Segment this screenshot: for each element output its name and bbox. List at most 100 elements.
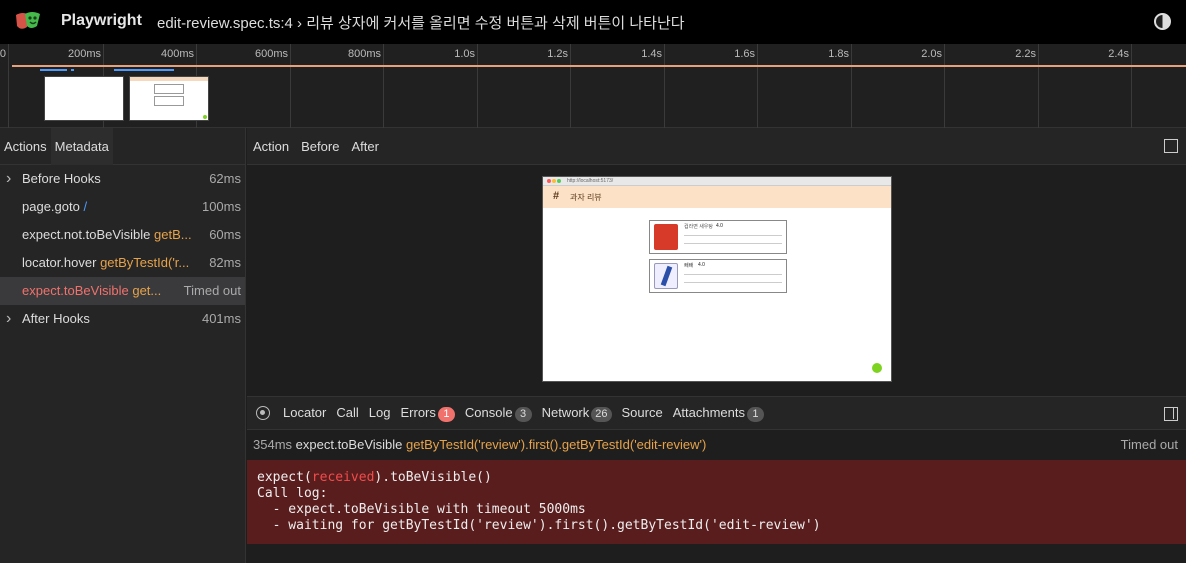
timeline-tick-label: 2.0s [921,48,942,60]
timeline[interactable]: 0 200ms 400ms 600ms 800ms 1.0s 1.2s 1.4s 1.6s 1.8… [0,44,1186,128]
error-line: - waiting for getByTestId('review').firs… [257,518,821,533]
snapshot-preview[interactable]: http://localhost:5173/ # 과자 리뷰 컵라면 새우탕 4… [542,176,892,382]
action-item[interactable]: page.goto / 100ms [0,193,245,221]
preview-site-header: # 과자 리뷰 [543,186,891,208]
tab-source[interactable]: Source [617,396,668,430]
error-line: expect( [257,470,312,485]
action-duration: 100ms [195,193,241,221]
tab-label: Network [541,405,590,420]
timeline-screenshot[interactable] [44,76,124,121]
timeline-tick-label: 2.4s [1108,48,1129,60]
tab-action[interactable]: Action [247,128,295,165]
preview-item-name: 컵라면 새우탕 [684,224,713,230]
open-in-new-window-icon[interactable] [1164,139,1178,153]
title-bar: Playwright edit-review.spec.ts:4 › 리뷰 상자… [0,0,1186,44]
error-line: - expect.toBeVisible with timeout 5000ms [257,502,586,517]
timeline-tick: 0 [0,44,9,128]
action-duration: 401ms [195,305,241,333]
chevron-right-icon[interactable]: › [6,305,11,333]
timeline-action-bar [71,69,74,71]
timeline-tick: 600ms [255,44,291,128]
error-line: ).toBeVisible() [374,470,492,485]
preview-item-rating: 4.0 [698,262,705,268]
timeline-tick-label: 800ms [347,48,381,60]
action-name: locator.hover [22,255,97,270]
timeline-action-bar [114,69,174,71]
tab-label: Log [368,405,391,420]
preview-review-card: 빼빼 4.0 [649,259,787,293]
tab-log[interactable]: Log [364,396,396,430]
tab-network[interactable]: Network 26 [537,396,617,430]
tab-attachments[interactable]: Attachments 1 [668,396,769,430]
timeline-tick: 2.0s [921,44,945,128]
timeline-tick: 1.6s [734,44,758,128]
sidebar-tabs: Actions Metadata [0,127,245,165]
tab-locator[interactable]: Locator [278,396,331,430]
timeline-tick: 2.4s [1108,44,1132,128]
timeline-track [12,65,1186,67]
tab-label: Locator [283,405,327,420]
action-duration: 62ms [203,165,241,193]
preview-item-name: 빼빼 [684,263,694,269]
error-header: 354ms expect.toBeVisible getByTestId('re… [247,431,1186,459]
tab-after[interactable]: After [345,128,384,165]
main-panel: Action Before After http://localhost:517… [247,128,1186,563]
timeline-screenshot[interactable] [129,76,209,121]
action-item[interactable]: expect.not.toBeVisible getB... 60ms [0,221,245,249]
timeline-tick-label: 1.4s [641,48,662,60]
details-tabs: Locator Call Log Errors 1 Console 3 Network 26 So… [247,396,1186,430]
action-item[interactable]: › Before Hooks 62ms [0,165,245,193]
pick-locator-icon[interactable] [256,406,270,420]
tab-label: Source [621,405,663,420]
count-badge: 26 [591,407,612,422]
chevron-right-icon[interactable]: › [6,165,11,193]
action-duration: Timed out [177,277,241,305]
action-duration: 82ms [203,249,241,277]
tab-before[interactable]: Before [295,128,345,165]
action-name: page.goto [22,199,80,214]
action-name: Before Hooks [22,171,101,186]
snapshot-area: http://localhost:5173/ # 과자 리뷰 컵라면 새우탕 4… [247,165,1186,395]
tab-actions[interactable]: Actions [0,128,51,165]
action-item[interactable]: expect.toBeVisible get... Timed out [0,277,245,305]
theme-toggle-icon[interactable] [1154,13,1171,30]
error-received: received [311,470,375,485]
action-list: › Before Hooks 62ms page.goto /100ms expect.… [0,165,245,333]
timeline-tick: 1.0s [454,44,478,128]
timeline-tick: 2.2s [1015,44,1039,128]
timeline-tick-label: 1.6s [734,48,755,60]
action-name: expect.not.toBeVisible [22,227,151,242]
error-selector: getByTestId('review').first().getByTestI… [406,437,707,452]
timeline-tick-label: 400ms [160,48,194,60]
timeline-tick: 1.4s [641,44,665,128]
timeline-action-bar [40,69,67,71]
error-status: Timed out [1120,437,1178,452]
action-item[interactable]: locator.hover getByTestId('r... 82ms [0,249,245,277]
test-title: edit-review.spec.ts:4 › 리뷰 상자에 커서를 올리면 수… [157,15,685,32]
tab-call[interactable]: Call [331,396,363,430]
count-badge: 1 [746,407,764,422]
error-message: expect(received).toBeVisible() Call log:… [247,460,1186,544]
preview-review-card: 컵라면 새우탕 4.0 [649,220,787,254]
tab-metadata[interactable]: Metadata [50,127,113,165]
preview-item-rating: 4.0 [716,223,723,229]
timeline-tick-label: 1.0s [454,48,475,60]
error-action: expect.toBeVisible [295,437,403,452]
error-time: 354ms [253,437,293,452]
action-item[interactable]: › After Hooks 401ms [0,305,245,333]
toggle-layout-icon[interactable] [1164,407,1178,421]
action-selector: / [83,199,88,214]
action-name: expect.toBeVisible [22,283,129,298]
tab-label: Attachments [672,405,745,420]
preview-site-title: 과자 리뷰 [570,193,602,202]
timeline-tick: 1.8s [828,44,852,128]
error-line: Call log: [257,486,328,501]
action-selector: getB... [154,227,192,242]
action-selector: getByTestId('r... [100,255,190,270]
tab-errors[interactable]: Errors 1 [395,396,459,430]
browser-chrome: http://localhost:5173/ [543,177,891,186]
tab-label: Errors [400,405,436,420]
tab-console[interactable]: Console 3 [460,396,537,430]
app-name: Playwright [61,12,142,29]
playwright-logo-icon [16,12,40,29]
